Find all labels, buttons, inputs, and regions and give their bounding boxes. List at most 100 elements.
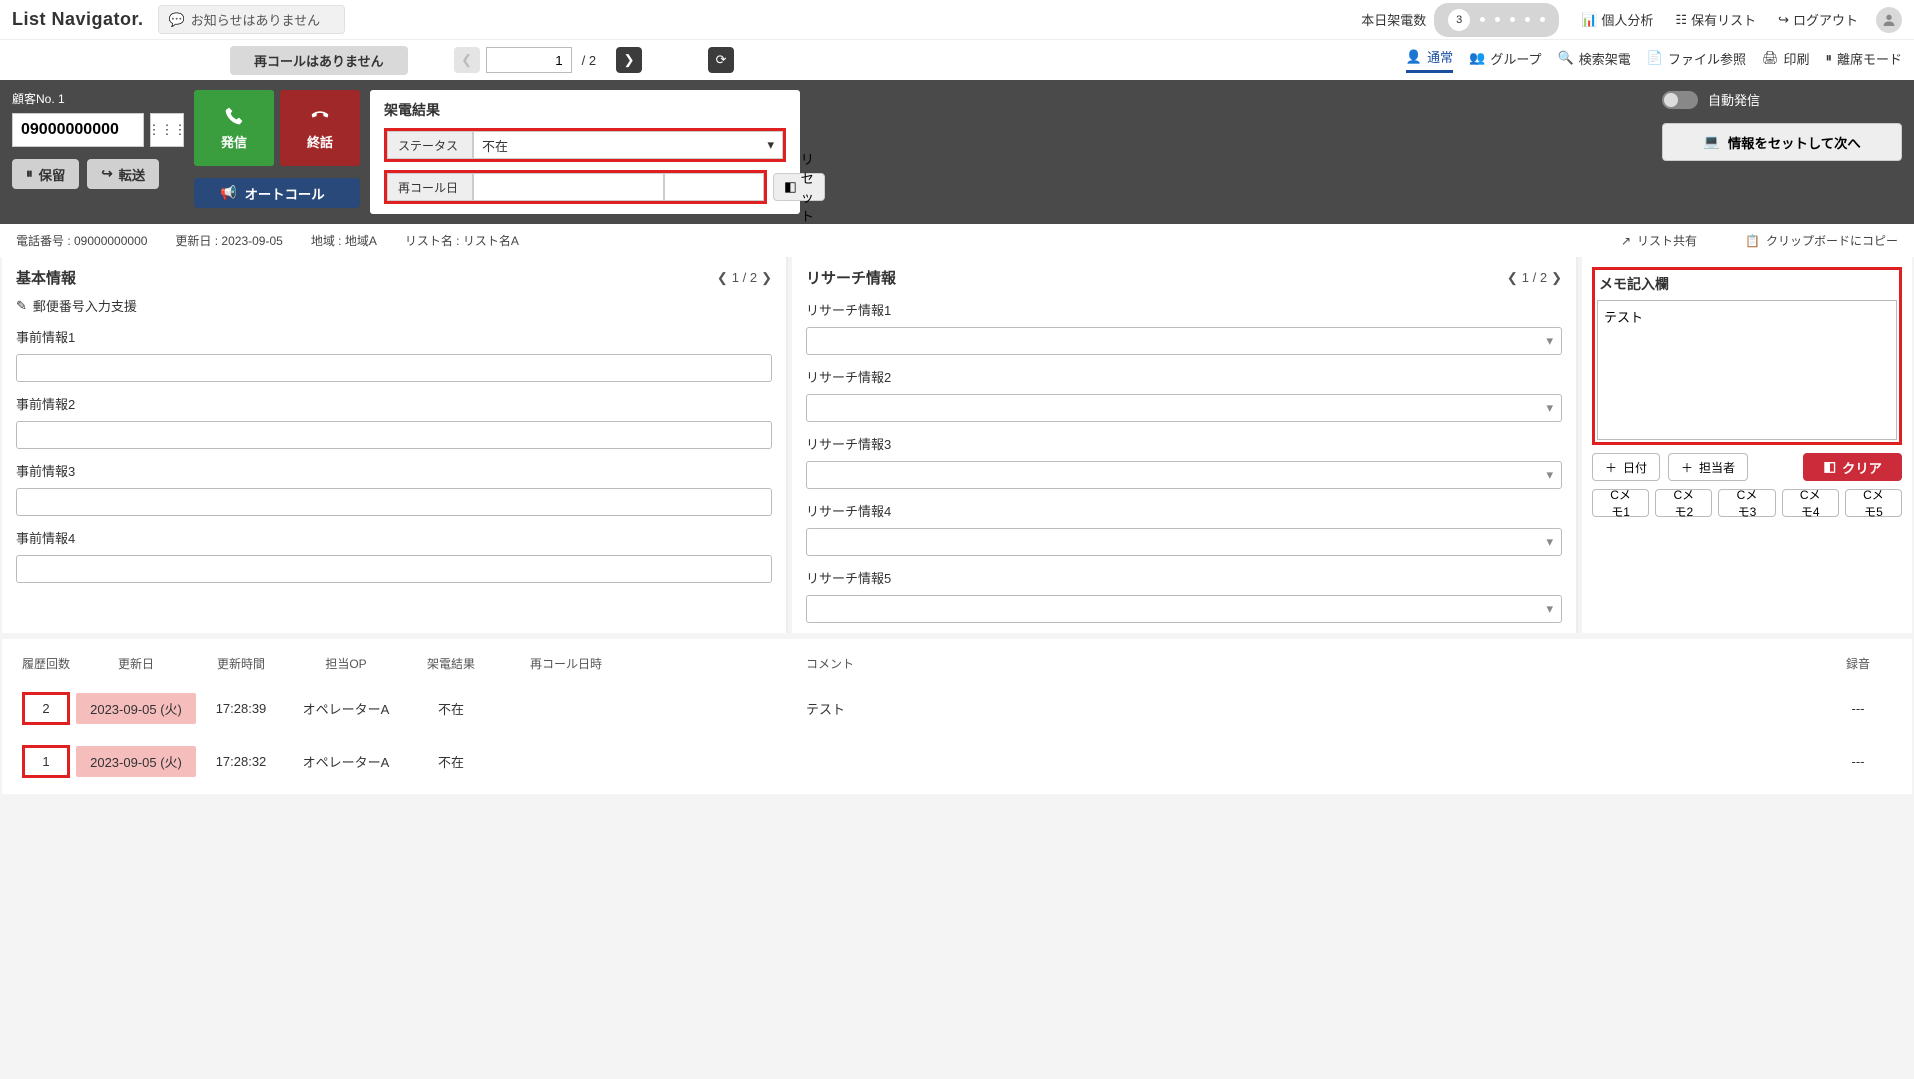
postal-helper[interactable]: ✎ 郵便番号入力支援 — [16, 296, 772, 315]
set-next-button[interactable]: 💻 情報をセットして次へ — [1662, 123, 1902, 161]
row-comment: テスト — [636, 699, 1818, 718]
pre-info-2-input[interactable] — [16, 421, 772, 449]
phone-input[interactable] — [12, 113, 144, 147]
mode-search-tab[interactable]: 🔍 検索架電 — [1558, 49, 1631, 72]
recall-date-input[interactable] — [473, 173, 664, 201]
research-1-select[interactable]: ▾ — [806, 327, 1562, 355]
list-share-button[interactable]: ↗ リスト共有 — [1621, 232, 1697, 249]
cmemo-1-button[interactable]: Cメモ1 — [1592, 489, 1649, 517]
mode-file-label: ファイル参照 — [1668, 49, 1746, 68]
transfer-button[interactable]: ↪ 転送 — [87, 159, 159, 189]
dot-icon — [1480, 17, 1485, 22]
eraser-icon: ◧ — [1823, 459, 1836, 475]
research-info-panel: リサーチ情報 ❮ 1 / 2 ❯ リサーチ情報1 ▾ リサーチ情報2 ▾ リサー… — [792, 257, 1578, 633]
cmemo-4-button[interactable]: Cメモ4 — [1782, 489, 1839, 517]
call-result-card: 架電結果 ステータス 不在 ▾ 再コール日 ◧ リセット — [370, 90, 800, 214]
print-icon: 🖨 — [1762, 50, 1779, 66]
mode-group-tab[interactable]: 👥 グループ — [1469, 49, 1541, 72]
col-recall: 再コール日時 — [496, 655, 636, 672]
research-3-label: リサーチ情報3 — [806, 434, 1562, 453]
prev-page-button[interactable]: ❮ — [454, 47, 480, 73]
cmemo-5-button[interactable]: Cメモ5 — [1845, 489, 1902, 517]
dial-count-label: 本日架電数 — [1361, 10, 1426, 29]
transfer-label: 転送 — [119, 165, 146, 184]
pre-info-1-input[interactable] — [16, 354, 772, 382]
next-page-button[interactable]: ❯ — [616, 47, 642, 73]
page-input[interactable] — [486, 47, 572, 73]
memo-textarea[interactable] — [1597, 300, 1897, 440]
call-button[interactable]: 発信 — [194, 90, 274, 166]
status-row: ステータス 不在 ▾ — [384, 128, 786, 162]
hold-button[interactable]: ⏸ 保留 — [12, 159, 79, 189]
hangup-label: 終話 — [307, 132, 333, 151]
add-date-button[interactable]: ＋日付 — [1592, 453, 1660, 481]
basic-pager: 1 / 2 — [732, 270, 757, 285]
row-date: 2023-09-05 (火) — [76, 746, 196, 777]
plus-icon: ＋ — [1681, 459, 1693, 476]
hold-label: 保留 — [39, 165, 66, 184]
cmemo-3-button[interactable]: Cメモ3 — [1718, 489, 1775, 517]
pre-info-3-input[interactable] — [16, 488, 772, 516]
research-2-select[interactable]: ▾ — [806, 394, 1562, 422]
chevron-right-icon[interactable]: ❯ — [761, 270, 772, 286]
logout-link[interactable]: ↪ ログアウト — [1778, 10, 1858, 29]
research-4-select[interactable]: ▾ — [806, 528, 1562, 556]
cmemo-2-button[interactable]: Cメモ2 — [1655, 489, 1712, 517]
mode-normal-tab[interactable]: 👤 通常 — [1406, 47, 1453, 73]
chevron-left-icon[interactable]: ❮ — [717, 270, 728, 286]
chevron-left-icon[interactable]: ❮ — [1507, 270, 1518, 286]
recall-time-input[interactable] — [664, 173, 764, 201]
hangup-button[interactable]: 終話 — [280, 90, 360, 166]
pre-info-4-input[interactable] — [16, 555, 772, 583]
reset-button[interactable]: ◧ リセット — [773, 173, 825, 201]
dial-count-value: 3 — [1448, 9, 1470, 31]
list-share-label: リスト共有 — [1637, 232, 1697, 249]
phone-end-icon — [310, 106, 330, 126]
col-rec: 録音 — [1818, 655, 1898, 672]
app-logo: List Navigator. — [12, 9, 144, 30]
dialpad-button[interactable]: ⋮⋮⋮ — [150, 113, 184, 147]
logout-label: ログアウト — [1793, 10, 1858, 29]
notify-box[interactable]: 💬 お知らせはありません — [158, 5, 346, 34]
clear-button[interactable]: ◧クリア — [1803, 453, 1902, 481]
clipboard-copy-button[interactable]: 📋 クリップボードにコピー — [1745, 232, 1898, 249]
status-label: ステータス — [387, 131, 473, 159]
personal-analysis-link[interactable]: 📊 個人分析 — [1581, 10, 1653, 29]
transfer-icon: ↪ — [101, 166, 112, 182]
pre-info-2-label: 事前情報2 — [16, 394, 772, 413]
file-icon: 📄 — [1647, 50, 1663, 66]
table-row: 2 2023-09-05 (火) 17:28:39 オペレーターA 不在 テスト… — [12, 682, 1902, 735]
call-label: 発信 — [221, 132, 247, 151]
mode-file-tab[interactable]: 📄 ファイル参照 — [1647, 49, 1746, 72]
notify-text: お知らせはありません — [191, 10, 320, 29]
row-op: オペレーターA — [286, 699, 406, 718]
mode-print-tab[interactable]: 🖨 印刷 — [1762, 49, 1810, 72]
research-5-select[interactable]: ▾ — [806, 595, 1562, 623]
chevron-down-icon: ▾ — [1546, 467, 1553, 483]
row-rec: --- — [1818, 754, 1898, 769]
col-comment: コメント — [636, 655, 1818, 672]
saved-list-link[interactable]: ☷ 保有リスト — [1675, 10, 1756, 29]
user-avatar[interactable] — [1876, 7, 1902, 33]
auto-call-button[interactable]: 📢 オートコール — [194, 178, 360, 208]
recall-date-row: 再コール日 — [384, 170, 767, 204]
clipboard-label: クリップボードにコピー — [1766, 232, 1898, 249]
add-staff-button[interactable]: ＋担当者 — [1668, 453, 1748, 481]
mode-group-label: グループ — [1490, 49, 1541, 68]
row-rec: --- — [1818, 701, 1898, 716]
plus-icon: ＋ — [1605, 459, 1617, 476]
auto-dial-toggle-row: 自動発信 — [1662, 90, 1902, 109]
search-icon: 🔍 — [1558, 50, 1574, 66]
research-3-select[interactable]: ▾ — [806, 461, 1562, 489]
pause-icon: ⏸ — [26, 166, 33, 182]
status-select[interactable]: 不在 ▾ — [473, 131, 783, 159]
refresh-button[interactable]: ⟳ — [708, 47, 734, 73]
list-icon: ☷ — [1675, 12, 1687, 28]
auto-dial-toggle[interactable] — [1662, 91, 1698, 109]
chevron-right-icon[interactable]: ❯ — [1551, 270, 1562, 286]
pause-icon: ⏸ — [1825, 50, 1832, 66]
dot-icon — [1540, 17, 1545, 22]
mode-away-tab[interactable]: ⏸ 離席モード — [1825, 49, 1902, 72]
chevron-down-icon: ▾ — [767, 137, 774, 153]
research-2-label: リサーチ情報2 — [806, 367, 1562, 386]
